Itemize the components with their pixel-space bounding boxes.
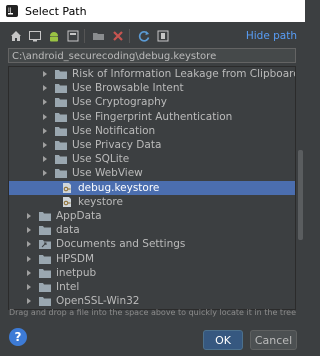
svg-text:IJ: IJ (8, 7, 12, 14)
tree-row[interactable]: Use Notification (9, 124, 295, 138)
folder-icon (54, 139, 68, 151)
keystore-file-icon (60, 196, 74, 208)
keystore-file-icon (60, 182, 74, 194)
tree-row-label: data (56, 224, 80, 237)
folder-icon (54, 68, 68, 80)
tree-row[interactable]: Use Fingerprint Authentication (9, 110, 295, 124)
tree-row-label: HPSDM (56, 252, 95, 265)
tree-row[interactable]: Documents and Settings (9, 237, 295, 251)
expand-arrow-icon[interactable] (40, 168, 50, 178)
tree-row-label: Use WebView (72, 167, 143, 180)
folder-icon (38, 295, 52, 307)
refresh-icon[interactable] (136, 28, 152, 44)
tree-row-label: Use Browsable Intent (72, 82, 184, 95)
help-button[interactable]: ? (9, 328, 27, 346)
tree-row[interactable]: OpenSSL-Win32 (9, 294, 295, 308)
tree-row[interactable]: debug.keystore (9, 180, 295, 195)
tree-row[interactable]: Use SQLite (9, 152, 295, 166)
tree-row-label: Use Cryptography (72, 96, 167, 109)
folder-icon (38, 224, 52, 236)
toolbar-separator (84, 29, 85, 43)
folder-icon (54, 167, 68, 179)
tree-row-label: debug.keystore (78, 181, 160, 194)
tree-row[interactable]: inetpub (9, 266, 295, 280)
show-hidden-icon[interactable] (155, 28, 171, 44)
tree-row-label: Use Notification (72, 124, 156, 137)
tree-row-label: Use SQLite (72, 153, 130, 166)
folder-icon (54, 125, 68, 137)
tree-row-label: Intel (56, 281, 80, 293)
tree-row-label: Risk of Information Leakage from Clipboa… (72, 68, 296, 80)
toolbar-separator (129, 29, 130, 43)
tree-scrollbar[interactable] (298, 150, 303, 240)
folder-icon (54, 96, 68, 108)
tree-row-label: OpenSSL-Win32 (56, 295, 140, 308)
tree-row[interactable]: Use WebView (9, 166, 295, 180)
home-icon[interactable] (8, 28, 24, 44)
title-bar: IJ Select Path (0, 0, 305, 22)
expand-arrow-icon[interactable] (40, 112, 50, 122)
expand-arrow-icon[interactable] (24, 225, 34, 235)
tree-row[interactable]: Risk of Information Leakage from Clipboa… (9, 67, 296, 81)
folder-icon (54, 111, 68, 123)
expand-arrow-icon[interactable] (40, 83, 50, 93)
expand-arrow-icon[interactable] (24, 282, 34, 292)
expand-arrow-icon[interactable] (24, 211, 34, 221)
tree-row-label: AppData (56, 210, 102, 222)
tree-row-label: Use Fingerprint Authentication (72, 110, 233, 123)
tree-row-label: keystore (78, 195, 123, 208)
window-title: Select Path (25, 4, 87, 18)
folder-icon (54, 153, 68, 165)
folder-icon (38, 253, 52, 265)
expand-arrow-icon[interactable] (40, 69, 50, 79)
expand-arrow-icon[interactable] (24, 296, 34, 306)
tree-row[interactable]: keystore (9, 195, 295, 209)
project-icon[interactable] (65, 28, 81, 44)
tree-row[interactable]: Use Privacy Data (9, 138, 295, 152)
folder-icon (38, 210, 52, 222)
expand-arrow-icon[interactable] (24, 254, 34, 264)
desktop-icon[interactable] (27, 28, 43, 44)
folder-link-icon (38, 238, 52, 250)
delete-icon[interactable] (110, 28, 126, 44)
folder-icon (54, 82, 68, 94)
cancel-button[interactable]: Cancel (250, 330, 297, 350)
folder-icon (38, 267, 52, 279)
file-tree[interactable]: Risk of Information Leakage from Clipboa… (8, 66, 296, 310)
tree-row-label: Use Privacy Data (72, 139, 162, 151)
path-input[interactable]: C:\android_securecoding\debug.keystore (8, 48, 296, 63)
tree-row[interactable]: HPSDM (9, 252, 295, 266)
new-folder-icon[interactable] (91, 28, 107, 44)
tree-row-label: Documents and Settings (56, 238, 186, 251)
expand-arrow-icon[interactable] (40, 97, 50, 107)
tree-row[interactable]: Use Browsable Intent (9, 81, 295, 95)
app-icon: IJ (5, 4, 19, 18)
ok-button[interactable]: OK (203, 330, 243, 350)
tree-row[interactable]: Intel (9, 280, 295, 294)
drag-drop-hint: Drag and drop a file into the space abov… (8, 308, 297, 317)
folder-icon (38, 281, 52, 293)
tree-row[interactable]: data (9, 223, 295, 237)
expand-arrow-icon[interactable] (24, 239, 34, 249)
expand-arrow-icon[interactable] (24, 268, 34, 278)
expand-arrow-icon[interactable] (40, 154, 50, 164)
tree-row[interactable]: Use Cryptography (9, 95, 295, 109)
tree-row-label: inetpub (56, 266, 97, 279)
tree-row[interactable]: AppData (9, 209, 295, 223)
expand-arrow-icon[interactable] (40, 126, 50, 136)
android-icon[interactable] (46, 28, 62, 44)
expand-arrow-icon[interactable] (40, 140, 50, 150)
hide-path-link[interactable]: Hide path (246, 30, 297, 42)
